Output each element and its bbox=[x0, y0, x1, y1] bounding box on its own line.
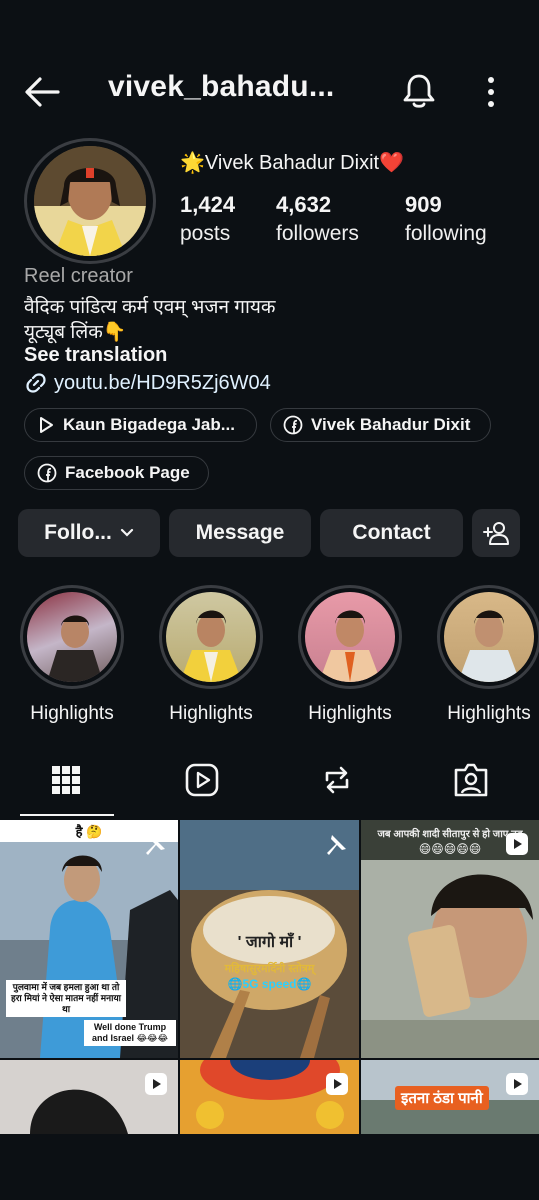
avatar[interactable] bbox=[34, 146, 146, 256]
back-arrow-icon[interactable] bbox=[22, 72, 62, 112]
highlight-label: Highlights bbox=[30, 703, 114, 724]
post-banner: इतना ठंडा पानी bbox=[395, 1086, 489, 1110]
see-translation-link[interactable]: See translation bbox=[24, 344, 167, 367]
reel-icon bbox=[506, 1073, 528, 1095]
profile-link-text: youtu.be/HD9R5Zj6W04 bbox=[54, 371, 271, 394]
chevron-down-icon bbox=[120, 528, 133, 537]
stat-posts[interactable]: 1,424 posts bbox=[180, 192, 235, 246]
post-subtitle: महिषासुरमर्दिनी स्तोत्रम् bbox=[224, 963, 315, 975]
pin-icon bbox=[146, 835, 165, 855]
highlight-label: Highlights bbox=[447, 703, 531, 724]
active-tab-indicator bbox=[20, 814, 114, 816]
contact-button-label: Contact bbox=[352, 521, 431, 544]
link-icon bbox=[26, 373, 46, 393]
suggest-user-button[interactable] bbox=[472, 509, 520, 557]
highlight-item[interactable]: Highlights bbox=[434, 585, 539, 725]
more-options-icon[interactable] bbox=[478, 74, 504, 110]
highlight-ring bbox=[159, 585, 263, 689]
highlight-label: Highlights bbox=[308, 703, 392, 724]
contact-button[interactable]: Contact bbox=[320, 509, 463, 557]
highlight-item[interactable]: Highlights bbox=[295, 585, 405, 725]
facebook-icon bbox=[283, 415, 303, 435]
play-icon bbox=[40, 417, 53, 433]
grid-post[interactable] bbox=[0, 1060, 178, 1134]
post-caption: पुलवामा में जब हमला हुआ था तो हरा मियां … bbox=[6, 980, 126, 1017]
highlight-image bbox=[166, 592, 256, 682]
highlight-ring bbox=[437, 585, 539, 689]
message-button-label: Message bbox=[195, 521, 285, 544]
stat-label: posts bbox=[180, 222, 231, 245]
stat-label: followers bbox=[276, 222, 359, 245]
reels-tab-icon[interactable] bbox=[182, 760, 222, 800]
stat-value: 909 bbox=[405, 192, 442, 217]
facebook-icon bbox=[37, 463, 57, 483]
follow-button-label: Follo... bbox=[44, 521, 112, 544]
add-person-icon bbox=[483, 522, 509, 545]
grid-post[interactable]: इतना ठंडा पानी bbox=[361, 1060, 539, 1134]
highlight-image bbox=[305, 592, 395, 682]
bio-line: वैदिक पांडित्य कर्म एवम् भजन गायक bbox=[24, 297, 276, 318]
reel-icon bbox=[145, 1073, 167, 1095]
pin-icon bbox=[327, 835, 346, 855]
highlight-item[interactable]: Highlights bbox=[17, 585, 127, 725]
post-caption-2: Well done Trump and Israel 😂😂😂 bbox=[84, 1020, 176, 1046]
stat-value: 4,632 bbox=[276, 192, 332, 217]
chip-label: Vivek Bahadur Dixit bbox=[311, 415, 471, 434]
highlight-ring bbox=[20, 585, 124, 689]
reposts-tab-icon[interactable] bbox=[317, 760, 357, 800]
highlight-item[interactable]: Highlights bbox=[156, 585, 266, 725]
chip-youtube-link[interactable]: Kaun Bigadega Jab... bbox=[24, 408, 257, 442]
chip-label: Kaun Bigadega Jab... bbox=[63, 415, 235, 434]
reel-icon bbox=[326, 1073, 348, 1095]
message-button[interactable]: Message bbox=[169, 509, 311, 557]
highlight-image bbox=[27, 592, 117, 682]
stat-followers[interactable]: 4,632 followers bbox=[276, 192, 359, 246]
chip-facebook-profile[interactable]: Vivek Bahadur Dixit bbox=[270, 408, 491, 442]
stat-value: 1,424 bbox=[180, 192, 236, 217]
chip-facebook-page[interactable]: Facebook Page bbox=[24, 456, 209, 490]
highlight-label: Highlights bbox=[169, 703, 253, 724]
grid-post[interactable]: जब आपकी शादी सीतापुर से हो जाए तब 😄😄😄😄😄 bbox=[361, 820, 539, 1058]
profile-category: Reel creator bbox=[24, 265, 133, 287]
highlight-image bbox=[444, 592, 534, 682]
following-dropdown-button[interactable]: Follo... bbox=[18, 509, 160, 557]
stat-label: following bbox=[405, 222, 487, 245]
post-title: ' जागो माँ ' bbox=[237, 934, 302, 951]
chip-label: Facebook Page bbox=[65, 463, 190, 482]
highlight-ring bbox=[298, 585, 402, 689]
grid-post[interactable]: है 🤔 पुलवामा में जब हमला हुआ था तो हरा म… bbox=[0, 820, 178, 1058]
tagged-tab-icon[interactable] bbox=[451, 760, 491, 800]
reel-icon bbox=[506, 833, 528, 855]
grid-tab-icon[interactable] bbox=[46, 760, 86, 800]
grid-post[interactable] bbox=[180, 1060, 359, 1134]
bell-icon[interactable] bbox=[400, 72, 438, 110]
bio-line: यूट्यूब लिंक👇 bbox=[24, 322, 127, 343]
profile-link[interactable]: youtu.be/HD9R5Zj6W04 bbox=[24, 371, 271, 395]
grid-post[interactable]: ' जागो माँ ' महिषासुरमर्दिनी स्तोत्रम् 🌐… bbox=[180, 820, 359, 1058]
display-name: 🌟Vivek Bahadur Dixit❤️ bbox=[180, 152, 404, 174]
stat-following[interactable]: 909 following bbox=[405, 192, 487, 246]
post-badge: 🌐5G speed🌐 bbox=[227, 977, 312, 991]
profile-username: vivek_bahadu... bbox=[108, 70, 335, 103]
